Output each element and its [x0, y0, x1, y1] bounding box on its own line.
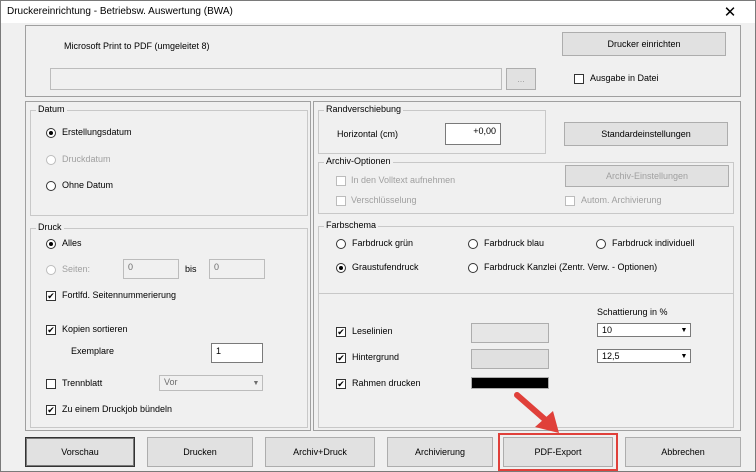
druck-title: Druck: [36, 222, 64, 232]
annotation-arrow-icon: [514, 392, 559, 433]
farbdruck-kanzlei-label: Farbdruck Kanzlei (Zentr. Verw. - Option…: [484, 262, 658, 272]
exemplare-input[interactable]: 1: [211, 343, 263, 363]
ohne-datum-label: Ohne Datum: [62, 180, 114, 190]
printer-path-field[interactable]: [50, 68, 502, 90]
archiv-group: Archiv-Optionen In den Volltext aufnehme…: [318, 156, 734, 214]
setup-printer-button[interactable]: Drucker einrichten: [562, 32, 726, 56]
farbdruck-gruen-label: Farbdruck grün: [352, 238, 414, 248]
leselinien-select[interactable]: 10 ▼: [597, 323, 691, 337]
window-title: Druckereinrichtung - Betriebsw. Auswertu…: [7, 6, 233, 17]
bis-label: bis: [185, 264, 197, 274]
standard-settings-button[interactable]: Standardeinstellungen: [564, 122, 728, 146]
volltext-label: In den Volltext aufnehmen: [351, 175, 456, 185]
leselinien-value: 10: [602, 325, 613, 335]
trennblatt-select[interactable]: Vor ▼: [159, 375, 263, 391]
close-icon[interactable]: ✕: [709, 1, 751, 23]
archiv-druck-button[interactable]: Archiv+Druck: [265, 437, 375, 467]
trennblatt-checkbox[interactable]: [46, 379, 56, 389]
radio-seiten[interactable]: [46, 265, 56, 275]
alles-label: Alles: [62, 238, 82, 248]
fortlfd-checkbox[interactable]: ✔: [46, 291, 56, 301]
auto-archiv-checkbox[interactable]: [565, 196, 575, 206]
seiten-to-input[interactable]: 0: [209, 259, 265, 279]
radio-farbdruck-gruen[interactable]: [336, 239, 346, 249]
radio-druckdatum[interactable]: [46, 155, 56, 165]
hintergrund-value: 12,5: [602, 351, 620, 361]
printer-setup-dialog: Druckereinrichtung - Betriebsw. Auswertu…: [0, 0, 756, 472]
seiten-from-input[interactable]: 0: [123, 259, 179, 279]
radio-alles[interactable]: [46, 239, 56, 249]
abbrechen-button[interactable]: Abbrechen: [625, 437, 741, 467]
drucken-button[interactable]: Drucken: [147, 437, 253, 467]
chevron-down-icon: ▼: [680, 326, 688, 334]
fortlfd-label: Fortlfd. Seitennummerierung: [62, 290, 177, 300]
leselinien-color-swatch[interactable]: [471, 323, 549, 343]
druck-group: Druck Alles Seiten: 0 bis 0 ✔ Fortlfd. S…: [30, 222, 308, 428]
leselinien-label: Leselinien: [352, 326, 393, 336]
erstellungsdatum-label: Erstellungsdatum: [62, 127, 132, 137]
trennblatt-label: Trennblatt: [62, 378, 103, 388]
radio-farbdruck-individuell[interactable]: [596, 239, 606, 249]
leselinien-checkbox[interactable]: ✔: [336, 327, 346, 337]
rand-title: Randverschiebung: [324, 104, 404, 114]
volltext-checkbox[interactable]: [336, 176, 346, 186]
divider: [319, 293, 733, 294]
exemplare-label: Exemplare: [71, 346, 115, 356]
archiv-settings-button[interactable]: Archiv-Einstellungen: [565, 165, 729, 187]
schattierung-label: Schattierung in %: [597, 307, 668, 317]
radio-ohne-datum[interactable]: [46, 181, 56, 191]
browse-button[interactable]: ...: [506, 68, 536, 90]
right-panel: Randverschiebung Horizontal (cm) +0,00 S…: [313, 101, 741, 431]
file-output-checkbox[interactable]: [574, 74, 584, 84]
kopien-checkbox[interactable]: ✔: [46, 325, 56, 335]
radio-erstellungsdatum[interactable]: [46, 128, 56, 138]
rahmen-color-swatch[interactable]: [471, 377, 549, 389]
archivierung-button[interactable]: Archivierung: [387, 437, 493, 467]
left-panel: Datum Erstellungsdatum Druckdatum Ohne D…: [25, 101, 311, 431]
hintergrund-checkbox[interactable]: ✔: [336, 353, 346, 363]
buendeln-checkbox[interactable]: ✔: [46, 405, 56, 415]
rand-group: Randverschiebung Horizontal (cm) +0,00: [318, 104, 546, 154]
chevron-down-icon: ▼: [680, 352, 688, 360]
file-output-label: Ausgabe in Datei: [590, 73, 659, 83]
rahmen-checkbox[interactable]: ✔: [336, 379, 346, 389]
archiv-title: Archiv-Optionen: [324, 156, 393, 166]
verschluesselung-label: Verschlüsselung: [351, 195, 417, 205]
horizontal-label: Horizontal (cm): [337, 129, 399, 139]
hintergrund-label: Hintergrund: [352, 352, 400, 362]
kopien-label: Kopien sortieren: [62, 324, 128, 334]
verschluesselung-checkbox[interactable]: [336, 196, 346, 206]
chevron-down-icon: ▼: [252, 379, 260, 387]
druckdatum-label: Druckdatum: [62, 154, 111, 164]
radio-farbdruck-kanzlei[interactable]: [468, 263, 478, 273]
auto-archiv-label: Autom. Archivierung: [581, 195, 662, 205]
trennblatt-select-value: Vor: [164, 377, 178, 387]
horizontal-input[interactable]: +0,00: [445, 123, 501, 145]
graustufendruck-label: Graustufendruck: [352, 262, 419, 272]
seiten-label: Seiten:: [62, 264, 91, 274]
title-bar: Druckereinrichtung - Betriebsw. Auswertu…: [1, 1, 755, 23]
farbdruck-individuell-label: Farbdruck individuell: [612, 238, 695, 248]
rahmen-label: Rahmen drucken: [352, 378, 421, 388]
vorschau-button[interactable]: Vorschau: [25, 437, 135, 467]
farbschema-title: Farbschema: [324, 220, 379, 230]
datum-group: Datum Erstellungsdatum Druckdatum Ohne D…: [30, 104, 308, 216]
radio-graustufendruck[interactable]: [336, 263, 346, 273]
printer-panel: Microsoft Print to PDF (umgeleitet 8) Dr…: [25, 25, 741, 97]
datum-title: Datum: [36, 104, 67, 114]
radio-farbdruck-blau[interactable]: [468, 239, 478, 249]
farbdruck-blau-label: Farbdruck blau: [484, 238, 545, 248]
hintergrund-color-swatch[interactable]: [471, 349, 549, 369]
buendeln-label: Zu einem Druckjob bündeln: [62, 404, 173, 414]
printer-name: Microsoft Print to PDF (umgeleitet 8): [64, 41, 210, 51]
hintergrund-select[interactable]: 12,5 ▼: [597, 349, 691, 363]
